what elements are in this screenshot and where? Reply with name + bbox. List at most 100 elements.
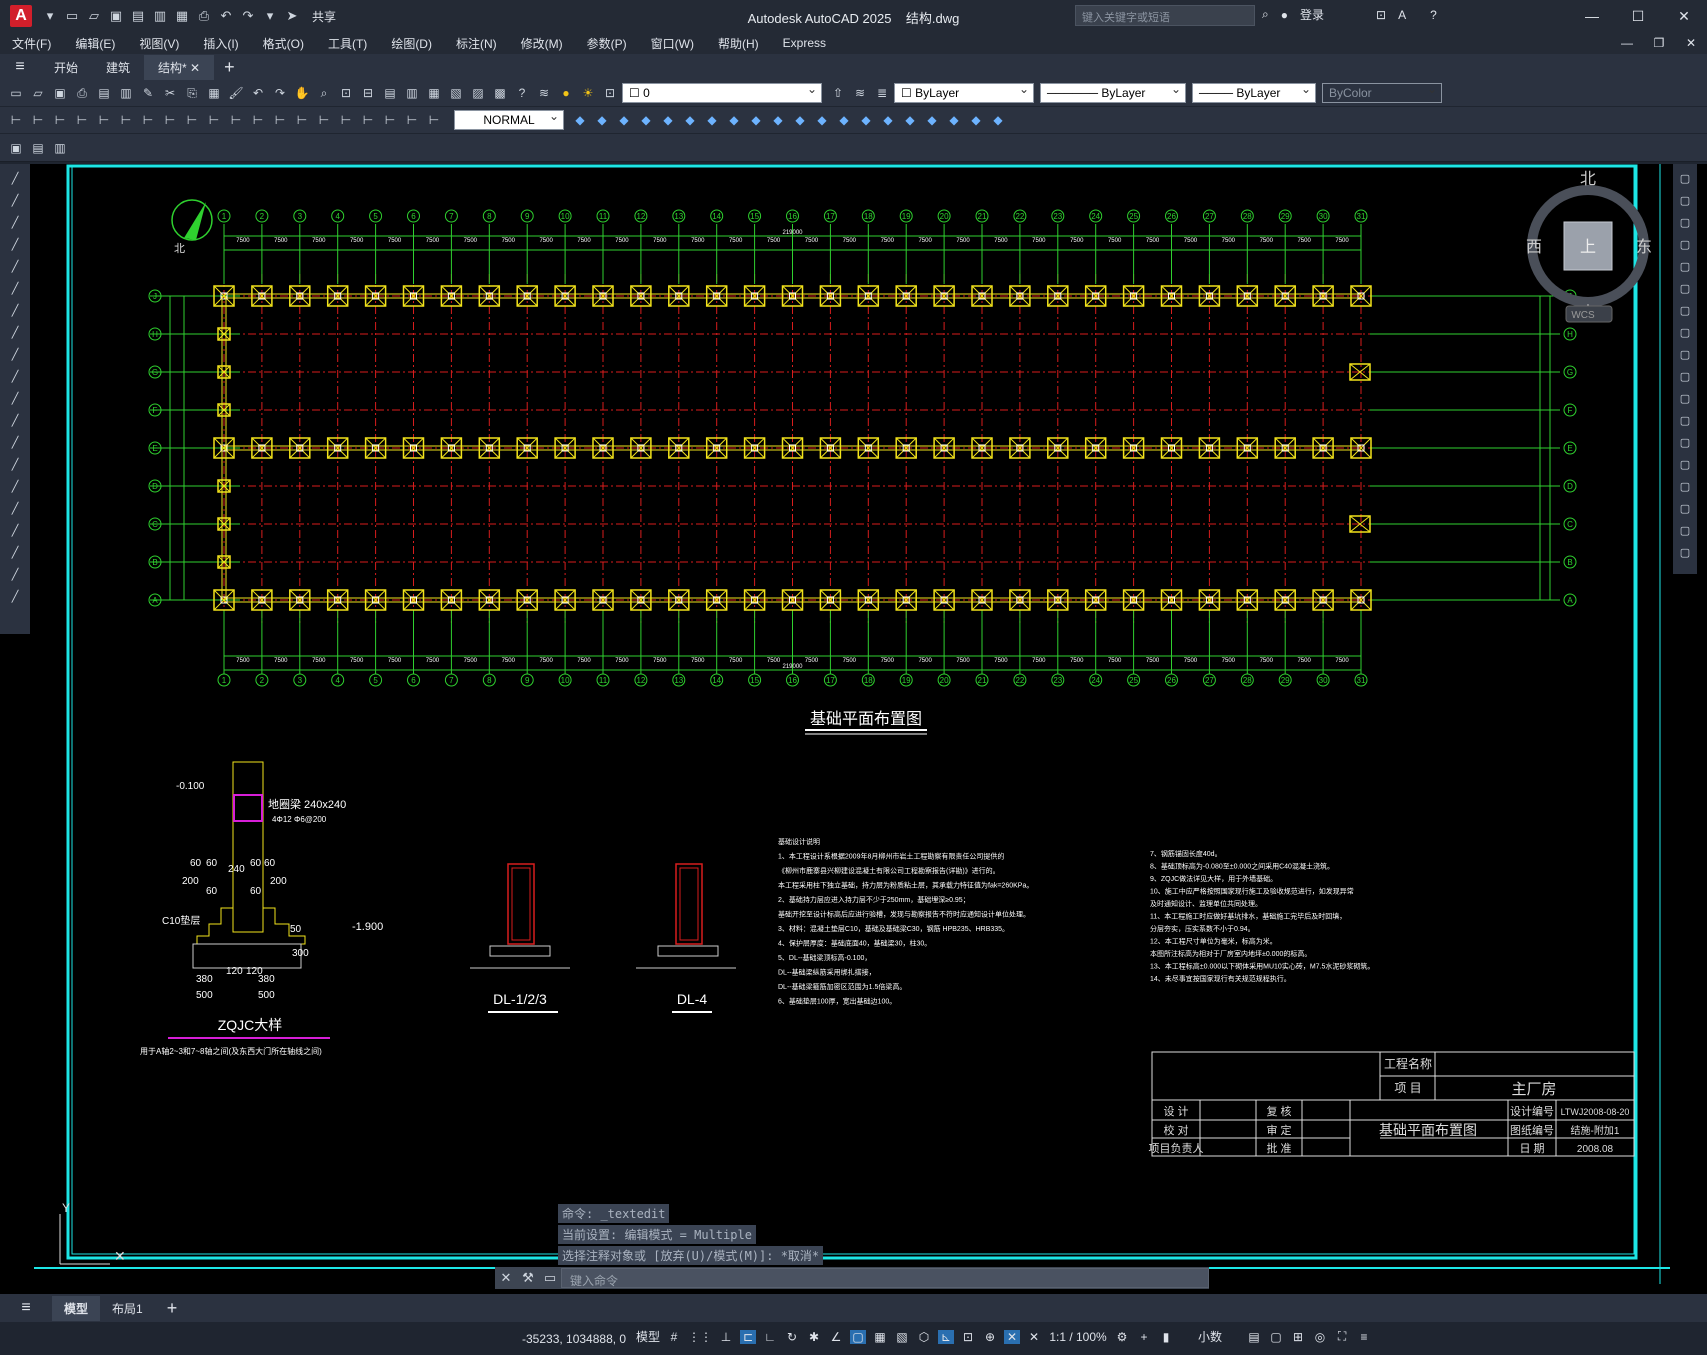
- stretch-icon[interactable]: ▢: [1675, 344, 1695, 364]
- share-icon[interactable]: ➤: [282, 6, 302, 26]
- join-icon[interactable]: ▢: [1675, 454, 1695, 474]
- torus-icon[interactable]: ◆: [702, 110, 722, 130]
- section-icon[interactable]: ◆: [988, 110, 1008, 130]
- paste-icon[interactable]: ▦: [204, 83, 224, 103]
- break-at-point-icon[interactable]: ▢: [1675, 410, 1695, 430]
- zoom-window-icon[interactable]: ⊡: [336, 83, 356, 103]
- explode-icon[interactable]: ▢: [1675, 542, 1695, 562]
- drawing-svg[interactable]: Y ✕ 117500750022750075003375007500447500…: [0, 164, 1707, 1294]
- annotation-scale[interactable]: 1:1 / 100%: [1048, 1330, 1108, 1344]
- rectangle-icon[interactable]: ╱: [5, 256, 25, 276]
- region-icon[interactable]: ╱: [5, 520, 25, 540]
- annotation-visibility-icon[interactable]: ✕: [1004, 1329, 1021, 1344]
- angular-dim-icon[interactable]: ⊢: [160, 110, 180, 130]
- new-icon[interactable]: ▭: [6, 83, 26, 103]
- print-icon[interactable]: ⎙: [72, 83, 92, 103]
- maximize-icon[interactable]: ☐: [1615, 0, 1661, 32]
- drawing-canvas[interactable]: Y ✕ 1 1 7500 7500 2 2 7500 7500 3 3 7500 7500 4 4 7500…: [0, 164, 1707, 1294]
- slice-icon[interactable]: ◆: [944, 110, 964, 130]
- make-current-layer-icon[interactable]: ⇧: [828, 83, 848, 103]
- copy-icon[interactable]: ⎘: [182, 83, 202, 103]
- aligned-dim-icon[interactable]: ⊢: [28, 110, 48, 130]
- extrude-icon[interactable]: ◆: [768, 110, 788, 130]
- viewcube-wcs[interactable]: WCS: [1571, 310, 1595, 321]
- properties-icon[interactable]: ▤: [380, 83, 400, 103]
- add-layout-icon[interactable]: +: [155, 1294, 190, 1323]
- edit-dim-text-icon[interactable]: ⊢: [402, 110, 422, 130]
- user-icon[interactable]: ●: [1281, 8, 1288, 22]
- dynamic-input-icon[interactable]: ⊏: [740, 1329, 757, 1344]
- osnap-track-icon[interactable]: ∠: [828, 1330, 844, 1344]
- autodesk-app-icon[interactable]: A: [1398, 8, 1406, 22]
- polyline-icon[interactable]: ╱: [5, 212, 25, 232]
- make-block-icon[interactable]: ▤: [28, 138, 48, 158]
- add-selected-icon[interactable]: ╱: [5, 586, 25, 606]
- design-center-icon[interactable]: ▥: [402, 83, 422, 103]
- tab-start[interactable]: 开始: [40, 55, 92, 80]
- sheet-set-icon[interactable]: ▧: [446, 83, 466, 103]
- arc-length-dim-icon[interactable]: ⊢: [50, 110, 70, 130]
- open-web-icon[interactable]: ▥: [150, 6, 170, 26]
- menu-item[interactable]: 参数(P): [587, 35, 627, 52]
- search-icon[interactable]: ⌕: [1262, 7, 1269, 22]
- tolerance-dim-icon[interactable]: ⊢: [292, 110, 312, 130]
- tab-layout1[interactable]: 布局1: [100, 1296, 155, 1321]
- diameter-dim-icon[interactable]: ⊢: [138, 110, 158, 130]
- osnap-icon[interactable]: ▢: [850, 1329, 867, 1344]
- cone-icon[interactable]: ◆: [636, 110, 656, 130]
- preview-icon[interactable]: ▤: [94, 83, 114, 103]
- tool-palettes-icon[interactable]: ▦: [424, 83, 444, 103]
- selection-cycling-icon[interactable]: ▧: [894, 1330, 910, 1344]
- layer-state-icon[interactable]: ≣: [872, 83, 892, 103]
- dimstyle-dropdown[interactable]: NORMAL: [454, 109, 564, 130]
- pyramid-icon[interactable]: ◆: [724, 110, 744, 130]
- menu-item[interactable]: 编辑(E): [75, 35, 115, 52]
- table-icon[interactable]: ╱: [5, 542, 25, 562]
- arc-icon[interactable]: ╱: [5, 278, 25, 298]
- close-cmd-icon[interactable]: ✕: [495, 1270, 517, 1286]
- ellipse-icon[interactable]: ╱: [5, 366, 25, 386]
- multiline-text-icon[interactable]: ╱: [5, 564, 25, 584]
- workspace-gear-icon[interactable]: ⚙: [1114, 1330, 1130, 1344]
- layout-menu-icon[interactable]: ≡: [0, 1299, 52, 1317]
- help-icon[interactable]: ?: [1430, 8, 1437, 22]
- sweep-icon[interactable]: ◆: [812, 110, 832, 130]
- customize-icon[interactable]: ≡: [1356, 1330, 1372, 1344]
- save-icon[interactable]: ▣: [50, 83, 70, 103]
- menu-item[interactable]: 窗口(W): [651, 35, 694, 52]
- gradient-icon[interactable]: ╱: [5, 498, 25, 518]
- hamburger-menu-icon[interactable]: ≡: [0, 58, 40, 76]
- intersect-icon[interactable]: ◆: [900, 110, 920, 130]
- transparency-icon[interactable]: ▦: [872, 1330, 888, 1344]
- line-icon[interactable]: ╱: [5, 168, 25, 188]
- subtract-icon[interactable]: ◆: [878, 110, 898, 130]
- doc-minimize-icon[interactable]: —: [1611, 32, 1643, 54]
- wedge-icon[interactable]: ◆: [614, 110, 634, 130]
- color-dropdown[interactable]: ☐ ByLayer: [894, 82, 1034, 103]
- erase-icon[interactable]: ▢: [1675, 168, 1695, 188]
- menu-item[interactable]: 帮助(H): [718, 35, 759, 52]
- gizmo-icon[interactable]: ⊕: [982, 1330, 998, 1344]
- revision-cloud-icon[interactable]: ╱: [5, 322, 25, 342]
- plotstyle-dropdown[interactable]: ByColor: [1322, 82, 1442, 103]
- ortho-icon[interactable]: ∟: [762, 1330, 778, 1344]
- auto-scale-icon[interactable]: ✕: [1026, 1330, 1042, 1344]
- hatch-icon[interactable]: ╱: [5, 476, 25, 496]
- radius-dim-icon[interactable]: ⊢: [94, 110, 114, 130]
- planar-surface-icon[interactable]: ◆: [746, 110, 766, 130]
- minimize-icon[interactable]: —: [1569, 0, 1615, 32]
- selection-filter-icon[interactable]: ⊡: [960, 1330, 976, 1344]
- undo-icon[interactable]: ↶: [216, 6, 236, 26]
- copy-icon[interactable]: ▢: [1675, 190, 1695, 210]
- zoom-previous-icon[interactable]: ⊟: [358, 83, 378, 103]
- layer-properties-icon[interactable]: ≋: [534, 83, 554, 103]
- layer-previous-icon[interactable]: ≋: [850, 83, 870, 103]
- help-icon[interactable]: ?: [512, 83, 532, 103]
- circle-icon[interactable]: ╱: [5, 300, 25, 320]
- autocad-logo-icon[interactable]: A: [10, 5, 32, 27]
- match-properties-icon[interactable]: 🖌: [226, 83, 246, 103]
- break-icon[interactable]: ▢: [1675, 432, 1695, 452]
- viewcube-west[interactable]: 西: [1526, 239, 1542, 256]
- center-mark-icon[interactable]: ⊢: [314, 110, 334, 130]
- lock-icon[interactable]: ⊡: [600, 83, 620, 103]
